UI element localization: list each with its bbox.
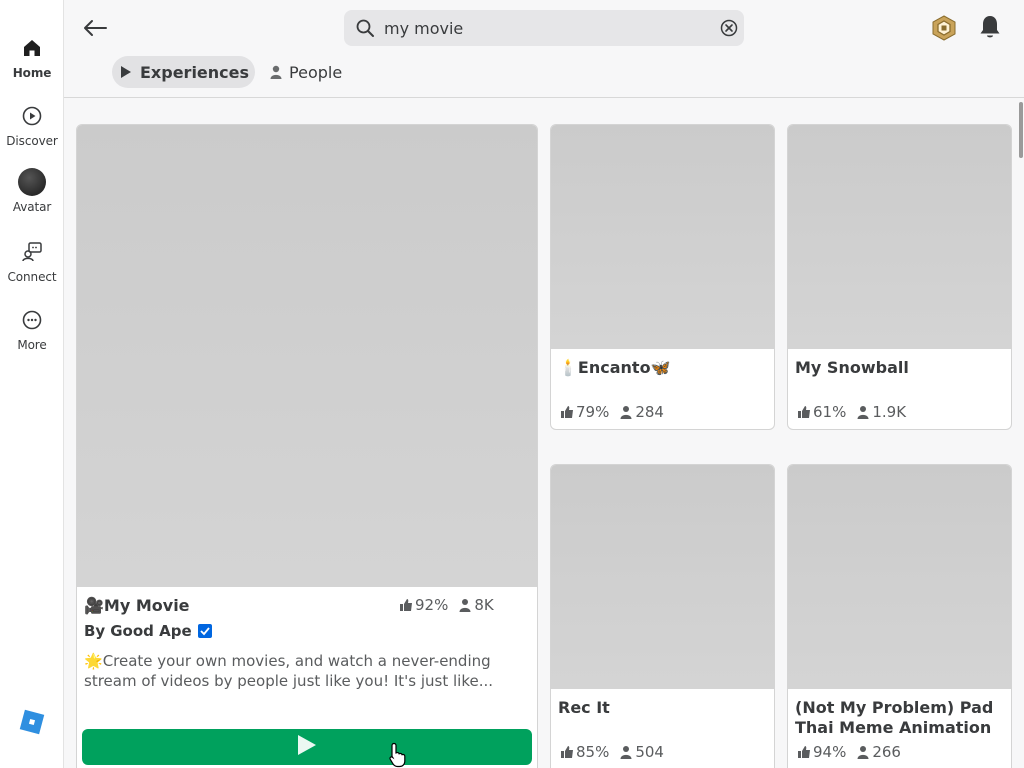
- experience-card[interactable]: 🕯️Encanto🦋 79% 284: [550, 124, 775, 430]
- experience-thumbnail: [551, 465, 774, 689]
- players-value: 284: [635, 403, 664, 421]
- players-icon: [856, 745, 870, 759]
- creator-name[interactable]: Good Ape: [110, 622, 191, 640]
- sidebar-item-label: Discover: [6, 134, 58, 148]
- rating-value: 85%: [576, 743, 610, 761]
- thumbs-up-icon: [797, 745, 811, 759]
- tab-label: Experiences: [140, 62, 250, 82]
- thumbs-up-icon: [399, 598, 413, 612]
- sidebar-item-avatar[interactable]: Avatar: [0, 168, 64, 214]
- top-header: Experiences People: [64, 0, 1024, 98]
- experience-stats: 85% 504: [560, 743, 664, 761]
- tab-experiences[interactable]: Experiences: [112, 56, 256, 88]
- experience-description: 🌟Create your own movies, and watch a nev…: [84, 652, 494, 690]
- sidebar: Home Discover Avatar Connect More: [0, 0, 64, 768]
- butterfly-emoji: 🦋: [650, 358, 671, 377]
- home-icon: [20, 36, 44, 60]
- candle-emoji: 🕯️: [558, 358, 578, 377]
- roblox-logo-icon[interactable]: [19, 709, 45, 735]
- players-value: 8K: [474, 596, 494, 614]
- more-icon: [20, 308, 44, 332]
- players-value: 504: [635, 743, 664, 761]
- experience-stats: 92% 8K: [399, 596, 494, 614]
- sidebar-item-label: Connect: [7, 270, 57, 284]
- avatar-icon: [18, 168, 46, 196]
- tab-label: People: [289, 62, 343, 82]
- players-value: 266: [872, 743, 901, 761]
- rating-value: 61%: [813, 403, 847, 421]
- players-icon: [619, 405, 633, 419]
- search-icon: [355, 18, 375, 38]
- featured-experience-card[interactable]: 🎥My Movie 92% 8K By Good Ape 🌟Create you…: [76, 124, 538, 768]
- experience-thumbnail: [788, 125, 1011, 349]
- experience-title: 🎥My Movie: [84, 596, 190, 615]
- discover-icon: [20, 104, 44, 128]
- scrollbar-thumb[interactable]: [1019, 102, 1023, 158]
- connect-icon: [20, 240, 44, 264]
- thumbs-up-icon: [560, 405, 574, 419]
- person-icon: [269, 65, 283, 79]
- search-bar: [344, 10, 744, 46]
- experience-title: Rec It: [558, 698, 610, 717]
- rating-value: 94%: [813, 743, 847, 761]
- search-result-tabs: Experiences People: [112, 56, 348, 88]
- hand-cursor-icon: [389, 742, 407, 768]
- scrollbar[interactable]: [1018, 100, 1024, 768]
- experience-title: 🕯️Encanto🦋: [558, 358, 671, 377]
- rating-value: 79%: [576, 403, 610, 421]
- players-value: 1.9K: [872, 403, 907, 421]
- sidebar-item-label: Avatar: [12, 200, 52, 214]
- experience-thumbnail: [788, 465, 1011, 689]
- star-emoji: 🌟: [84, 652, 103, 670]
- play-triangle-icon: [120, 65, 134, 79]
- experience-thumbnail: [77, 125, 537, 587]
- sidebar-item-home[interactable]: Home: [0, 36, 64, 80]
- by-label: By: [84, 622, 106, 640]
- sidebar-item-connect[interactable]: Connect: [0, 240, 64, 284]
- experience-card[interactable]: Rec It 85% 504: [550, 464, 775, 768]
- movie-camera-emoji: 🎥: [84, 596, 104, 615]
- sidebar-item-more[interactable]: More: [0, 308, 64, 352]
- experience-card[interactable]: My Snowball 61% 1.9K: [787, 124, 1012, 430]
- sidebar-item-discover[interactable]: Discover: [0, 104, 64, 148]
- players-icon: [619, 745, 633, 759]
- tab-people[interactable]: People: [261, 56, 348, 88]
- creator-line: By Good Ape: [84, 622, 213, 640]
- clear-search-icon[interactable]: [720, 19, 738, 37]
- players-icon: [458, 598, 472, 612]
- experience-stats: 79% 284: [560, 403, 664, 421]
- play-icon: [296, 733, 318, 761]
- experience-title: (Not My Problem) Pad Thai Meme Animation: [795, 698, 994, 737]
- experience-stats: 61% 1.9K: [797, 403, 906, 421]
- experience-card[interactable]: (Not My Problem) Pad Thai Meme Animation…: [787, 464, 1012, 768]
- rating-value: 92%: [415, 596, 449, 614]
- search-input[interactable]: [384, 10, 704, 46]
- thumbs-up-icon: [560, 745, 574, 759]
- experience-thumbnail: [551, 125, 774, 349]
- notifications-bell-icon[interactable]: [978, 14, 1002, 40]
- experience-stats: 94% 266: [797, 743, 901, 761]
- verified-badge-icon: [197, 623, 213, 639]
- players-icon: [856, 405, 870, 419]
- play-button[interactable]: [82, 729, 532, 765]
- back-arrow-icon[interactable]: [81, 15, 109, 41]
- sidebar-item-label: More: [17, 338, 47, 352]
- robux-icon[interactable]: [930, 14, 958, 42]
- thumbs-up-icon: [797, 405, 811, 419]
- experience-title: My Snowball: [795, 358, 909, 377]
- sidebar-item-label: Home: [12, 66, 52, 80]
